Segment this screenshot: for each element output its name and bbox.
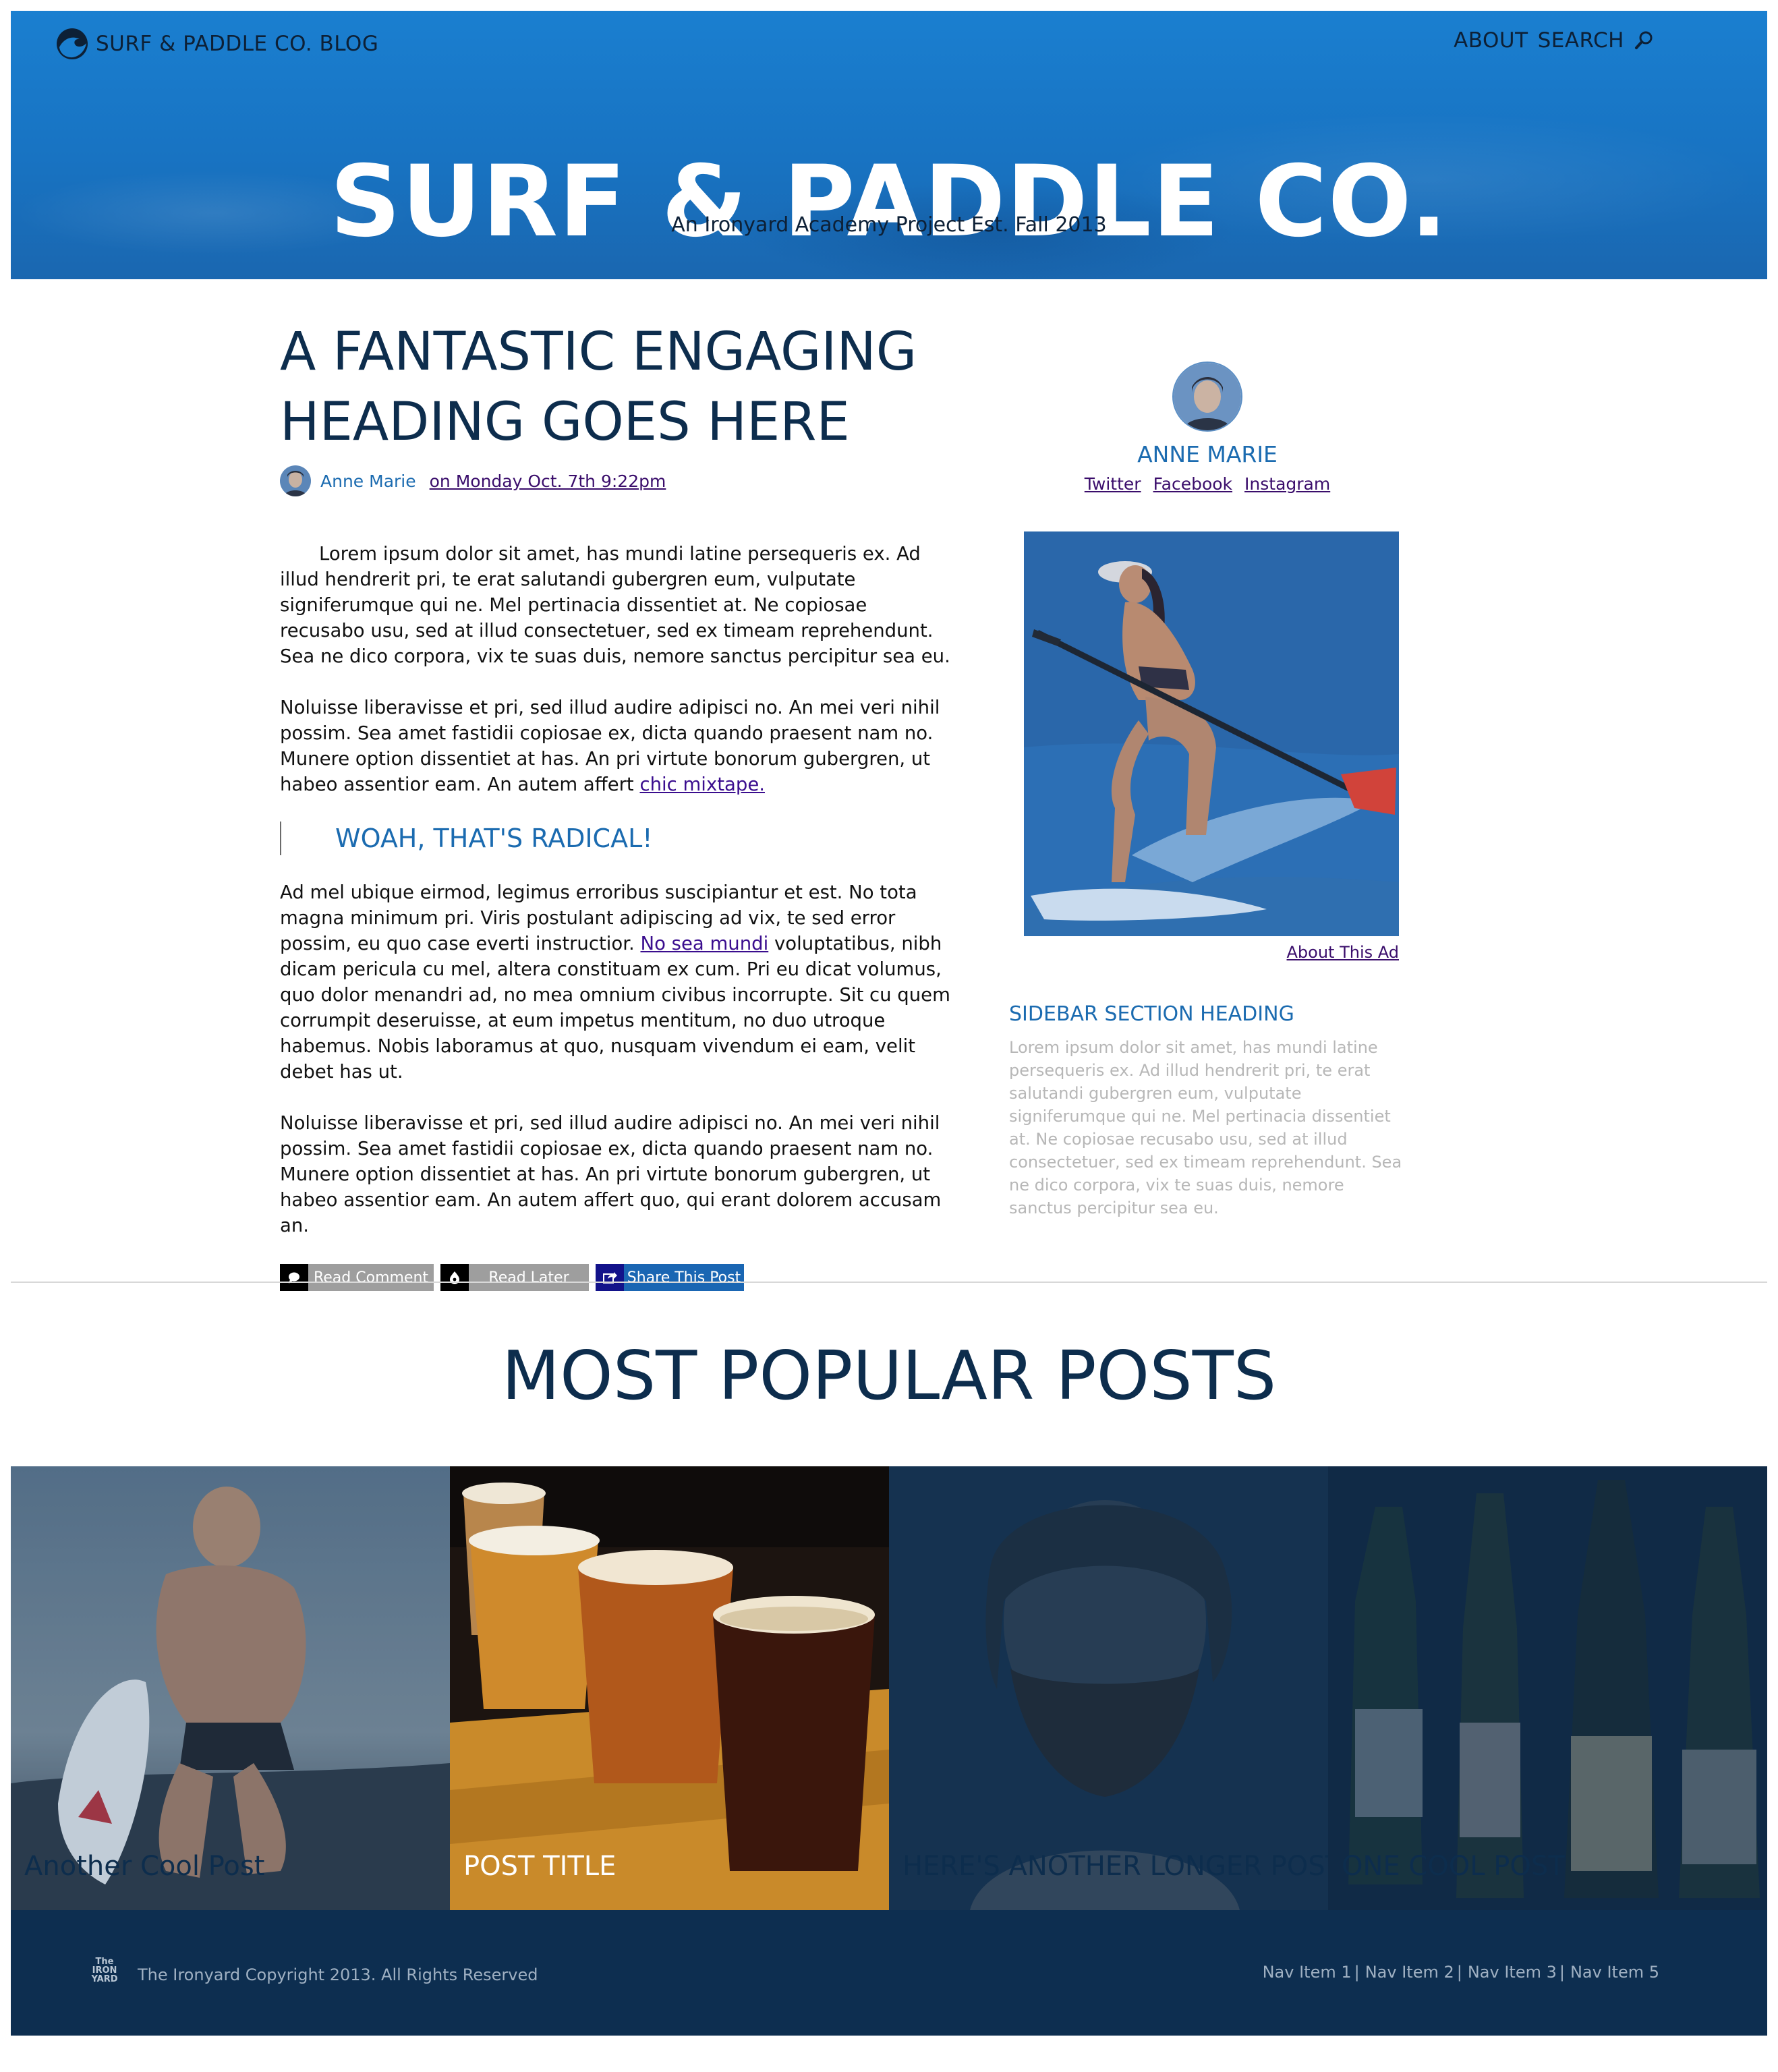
footer-nav-item-5[interactable]: Nav Item 5 (1570, 1963, 1659, 1982)
article-paragraph-4: Noluisse liberavisse et pri, sed illud a… (280, 1112, 942, 1236)
profile-social-links: Twitter Facebook Instagram (1005, 474, 1410, 494)
twitter-link[interactable]: Twitter (1085, 474, 1141, 494)
sidebar-ad-image[interactable] (1024, 531, 1399, 936)
post-actions: Read Comment Read Later Share This Post (280, 1264, 954, 1291)
article-paragraph-3: Ad mel ubique eirmod, legimus erroribus … (280, 880, 954, 1085)
footer-nav-item-1[interactable]: Nav Item 1 (1263, 1963, 1352, 1982)
popular-posts-grid: Another Cool Post POST TITLE HERE'S ANOT… (11, 1466, 1767, 1910)
popular-post-caption[interactable]: HERE'S ANOTHER LONGER POST (902, 1851, 1328, 1882)
popular-post-tile[interactable]: HERE'S ANOTHER LONGER POST (889, 1466, 1328, 1910)
popular-post-caption[interactable]: POST TITLE (463, 1851, 616, 1882)
footer-copyright: The Ironyard Copyright 2013. All Rights … (138, 1965, 538, 1984)
share-icon (596, 1264, 624, 1291)
author-profile: ANNE MARIE Twitter Facebook Instagram (1005, 362, 1410, 494)
nav-about-link[interactable]: ABOUT (1454, 28, 1528, 53)
no-sea-mundi-link[interactable]: No sea mundi (641, 933, 769, 954)
comment-icon (280, 1264, 308, 1291)
profile-avatar (1172, 362, 1242, 432)
popular-post-caption[interactable]: ONE COOL POST (1342, 1851, 1565, 1882)
article-paragraph-2: Noluisse liberavisse et pri, sed illud a… (280, 695, 954, 797)
footer-nav: Nav Item 1 | Nav Item 2 | Nav Item 3 | Nav … (1262, 1963, 1659, 1982)
read-comment-label: Read Comment (308, 1264, 434, 1291)
top-nav: ABOUT SEARCH (1454, 28, 1654, 53)
article-title-line-2: HEADING GOES HERE (280, 392, 850, 453)
article-title-line-1: A FANTASTIC ENGAGING (280, 322, 917, 382)
popular-post-caption[interactable]: Another Cool Post (24, 1851, 264, 1882)
read-later-label: Read Later (469, 1264, 589, 1291)
sidebar-section-heading: SIDEBAR SECTION HEADING (1009, 1002, 1294, 1026)
site-header: SURF & PADDLE CO. BLOG ABOUT SEARCH SURF… (11, 11, 1767, 279)
popular-posts-title: MOST POPULAR POSTS (501, 1336, 1277, 1415)
sidebar: ANNE MARIE Twitter Facebook Instagram Ab… (1005, 362, 1410, 1217)
author-avatar (280, 465, 311, 496)
article-paragraph-1: Lorem ipsum dolor sit amet, has mundi la… (280, 543, 950, 667)
section-divider (11, 1282, 1767, 1283)
read-later-icon (440, 1264, 469, 1291)
author-name[interactable]: Anne Marie (320, 471, 416, 491)
popular-post-tile[interactable]: POST TITLE (450, 1466, 889, 1910)
iron-yard-logo[interactable]: The IRON YARD (88, 1957, 121, 1984)
about-this-ad-link[interactable]: About This Ad (1287, 943, 1400, 962)
share-post-button[interactable]: Share This Post (596, 1264, 744, 1291)
post-date-link[interactable]: on Monday Oct. 7th 9:22pm (430, 471, 666, 491)
profile-name: ANNE MARIE (1137, 441, 1278, 467)
share-post-label: Share This Post (624, 1264, 744, 1291)
site-logo-text: SURF & PADDLE CO. BLOG (96, 32, 379, 56)
pull-quote-text: WOAH, THAT'S RADICAL! (335, 824, 653, 853)
site-footer: The IRON YARD The Ironyard Copyright 201… (11, 1910, 1767, 2036)
blog-article: A FANTASTIC ENGAGING HEADING GOES HERE A… (280, 317, 954, 1291)
facebook-link[interactable]: Facebook (1153, 474, 1232, 494)
article-byline: Anne Marie on Monday Oct. 7th 9:22pm (280, 465, 954, 496)
read-later-button[interactable]: Read Later (440, 1264, 589, 1291)
site-logo[interactable]: SURF & PADDLE CO. BLOG (55, 27, 378, 61)
search-icon[interactable] (1634, 30, 1654, 51)
read-comment-button[interactable]: Read Comment (280, 1264, 434, 1291)
article-body: Lorem ipsum dolor sit amet, has mundi la… (280, 541, 954, 1238)
popular-post-tile[interactable]: ONE COOL POST (1328, 1466, 1767, 1910)
wave-logo-icon (57, 28, 88, 59)
paragraph-2-text: Noluisse liberavisse et pri, sed illud a… (280, 697, 940, 795)
pull-quote: WOAH, THAT'S RADICAL! (280, 822, 954, 855)
nav-search-link[interactable]: SEARCH (1538, 28, 1624, 53)
hero-subtitle: An Ironyard Academy Project Est. Fall 20… (671, 213, 1107, 237)
footer-nav-item-2[interactable]: Nav Item 2 (1365, 1963, 1454, 1982)
sidebar-section-text: Lorem ipsum dolor sit amet, has mundi la… (1009, 1038, 1402, 1217)
article-title: A FANTASTIC ENGAGING HEADING GOES HERE (280, 317, 954, 457)
paragraph-3-text-after: voluptatibus, nibh dicam pericula cu mel… (280, 933, 950, 1083)
popular-post-tile[interactable]: Another Cool Post (11, 1466, 450, 1910)
footer-nav-item-3[interactable]: Nav Item 3 (1468, 1963, 1557, 1982)
page: SURF & PADDLE CO. BLOG ABOUT SEARCH SURF… (0, 0, 1778, 2072)
instagram-link[interactable]: Instagram (1244, 474, 1330, 494)
chic-mixtape-link[interactable]: chic mixtape. (639, 774, 765, 795)
